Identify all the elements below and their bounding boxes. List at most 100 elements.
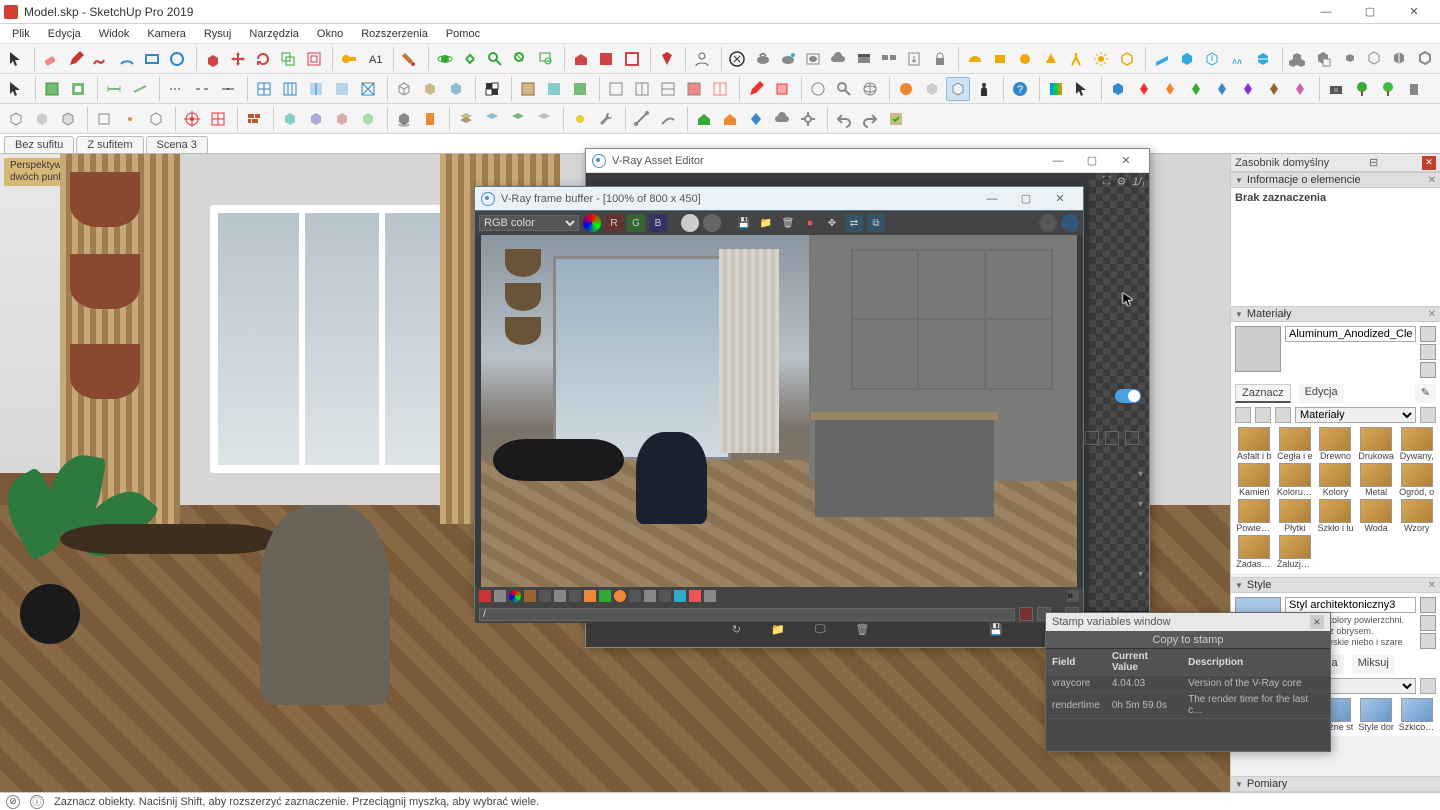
material-category[interactable]: Woda [1357,499,1396,533]
ae-box1-icon[interactable] [1085,431,1099,445]
vray-light-mesh-icon[interactable] [1115,47,1138,71]
vfb-bt-2-icon[interactable] [494,590,506,602]
grid2-icon[interactable] [278,77,302,101]
vfb-bt-13-icon[interactable] [659,590,671,602]
vfb-lens-icon[interactable] [1061,214,1079,232]
material-category[interactable]: Cegła i e [1276,427,1315,461]
grid5-icon[interactable] [356,77,380,101]
menu-extensions[interactable]: Rozszerzenia [353,26,436,42]
tray-pin-icon[interactable]: ⊟ [1367,156,1381,170]
shape3-icon[interactable] [144,107,168,131]
tray-title[interactable]: Zasobnik domyślny ⊟ ✕ [1231,154,1440,172]
win5-icon[interactable] [708,77,732,101]
box4-icon[interactable] [356,107,380,131]
ae-refresh-icon[interactable]: ↻ [732,623,741,636]
status-icon-1[interactable]: ⊘ [6,795,20,809]
ae-section-chevron-icon[interactable]: ▾ [1138,569,1143,580]
zoom-extents-icon[interactable] [509,47,532,71]
ae-box3-icon[interactable] [1125,431,1139,445]
vfb-b-button[interactable]: B [649,214,667,232]
layout-icon[interactable] [620,47,643,71]
create-material-icon[interactable] [1420,326,1436,342]
vfb-path-rec-icon[interactable] [1019,607,1033,621]
zoom-window-icon[interactable] [534,47,557,71]
iso3-icon[interactable] [444,77,468,101]
measurements-header[interactable]: Pomiary [1231,776,1440,792]
menu-file[interactable]: Plik [4,26,38,42]
comp3-icon[interactable] [568,77,592,101]
box2-icon[interactable] [304,107,328,131]
vray-frame-buffer-window[interactable]: V-Ray frame buffer - [100% of 800 x 450]… [474,186,1084,614]
copy-to-stamp-button[interactable]: Copy to stamp [1046,631,1330,649]
vray-export-icon[interactable] [903,47,926,71]
vfb-render-image[interactable] [481,235,1077,587]
pushpull-icon[interactable] [201,47,224,71]
gradient-icon[interactable] [1044,77,1068,101]
vfb-r-button[interactable]: R [605,214,623,232]
material-category[interactable]: Metal [1357,463,1396,497]
pencil-icon[interactable] [65,47,88,71]
freehand-icon[interactable] [90,47,113,71]
vfb-g-button[interactable]: G [627,214,645,232]
eyedropper-icon[interactable] [1420,362,1436,378]
globe-icon[interactable] [858,77,882,101]
nav-home-icon[interactable] [1275,407,1291,423]
path1-icon[interactable] [630,107,654,131]
dim-linear-icon[interactable] [102,77,126,101]
comp1-icon[interactable] [516,77,540,101]
status-icon-2[interactable]: ⓘ [30,795,44,809]
ae-monitor-icon[interactable]: 🖵 [815,623,826,636]
warehouse-icon[interactable] [569,47,592,71]
ae-scale-icon[interactable]: 1/₁ [1132,176,1145,188]
vray-proxy-export-icon[interactable] [1201,47,1224,71]
ae-save-icon[interactable]: 💾 [989,623,1003,636]
vfb-alpha-icon[interactable] [703,214,721,232]
vfb-bt-10-icon[interactable] [614,590,626,602]
shadow-icon[interactable] [392,107,416,131]
material-category[interactable]: Szkło i lu [1316,499,1355,533]
vfb-clear-icon[interactable]: 🗑 [779,214,797,232]
cube-blue-icon[interactable] [1106,77,1130,101]
ae-expand-icon[interactable]: ⛶ [1103,175,1111,188]
picker-icon[interactable] [1070,77,1094,101]
vfb-minimize-button[interactable]: — [975,188,1009,210]
scene-tab-2[interactable]: Z sufitem [76,136,143,153]
win2-icon[interactable] [630,77,654,101]
scene-tab-1[interactable]: Bez sufitu [4,136,74,153]
vfb-stop-icon[interactable]: ⏹ [801,214,819,232]
ae-maximize-button[interactable]: ▢ [1075,150,1109,172]
style-settings-icon[interactable] [1420,633,1436,649]
vray-rt-icon[interactable] [776,47,799,71]
vfb-close-button[interactable]: ✕ [1043,188,1077,210]
eraser-icon[interactable] [39,47,62,71]
style-category[interactable]: Szkicowa [1397,698,1436,732]
dim-align-icon[interactable] [128,77,152,101]
col-field[interactable]: Field [1046,649,1106,676]
grid4-icon[interactable] [330,77,354,101]
vfb-bt-1-icon[interactable] [479,590,491,602]
vfb-mono-icon[interactable] [681,214,699,232]
marker-red-icon[interactable] [1132,77,1156,101]
comp2-icon[interactable] [542,77,566,101]
box1-icon[interactable] [278,107,302,131]
cube2-icon[interactable] [946,77,970,101]
person-icon[interactable] [972,77,996,101]
vfb-cc-icon[interactable] [1039,214,1057,232]
move-icon[interactable] [226,47,249,71]
marker-orange-icon[interactable] [1158,77,1182,101]
tree-icon[interactable] [1350,77,1374,101]
styles-mix-tab[interactable]: Miksuj [1352,655,1395,674]
vfb-save-icon[interactable]: 💾 [735,214,753,232]
material-category[interactable]: Drewno [1316,427,1355,461]
vray-light-dome-icon[interactable] [963,47,986,71]
vfb-bt-4-icon[interactable] [524,590,536,602]
vray-light-rect-icon[interactable] [988,47,1011,71]
vray-lock-icon[interactable] [928,47,951,71]
table-row[interactable]: rendertime 0h 5m 59.0s The render time f… [1046,692,1330,719]
red-target-icon[interactable] [180,107,204,131]
materials-header[interactable]: Materiały✕ [1231,306,1440,322]
cube-a-icon[interactable] [4,107,28,131]
vfb-bt-8-icon[interactable] [584,590,596,602]
ruby-icon[interactable] [655,47,678,71]
material-category[interactable]: Dywany, [1397,427,1436,461]
